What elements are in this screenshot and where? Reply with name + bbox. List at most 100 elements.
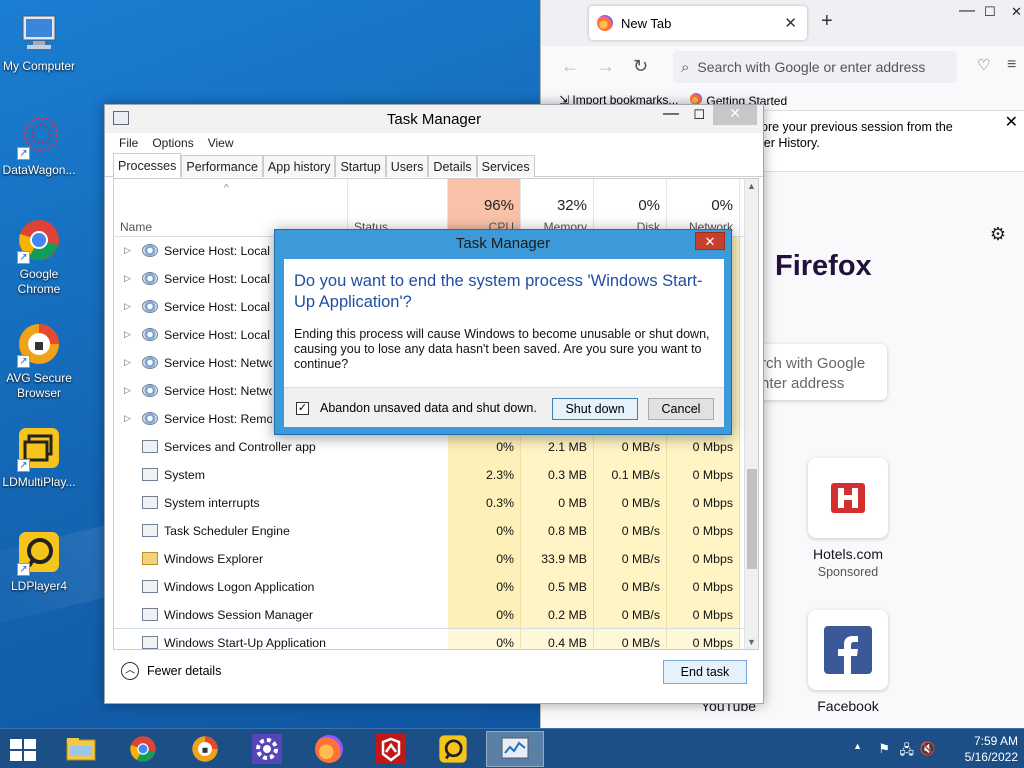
firefox-bookmark-icon <box>690 92 703 105</box>
taskbar-ldplayer[interactable] <box>424 731 482 767</box>
scroll-up-icon[interactable]: ▲ <box>747 181 756 191</box>
maximize-icon[interactable]: ☐ <box>693 107 705 123</box>
menu-file[interactable]: File <box>119 136 138 150</box>
column-cpu[interactable]: 96% CPU <box>448 179 521 236</box>
memory-cell: 2.1 MB <box>521 433 594 461</box>
tab-services[interactable]: Services <box>476 155 535 177</box>
maximize-icon[interactable]: ☐ <box>984 4 996 20</box>
scroll-down-icon[interactable]: ▼ <box>747 637 756 647</box>
expand-icon[interactable]: ▷ <box>124 413 131 424</box>
table-row[interactable]: System 2.3% 0.3 MB 0.1 MB/s 0 Mbps <box>114 461 746 489</box>
tab-startup[interactable]: Startup <box>335 155 386 177</box>
scrollbar-thumb[interactable] <box>747 469 757 569</box>
expand-icon[interactable]: ▷ <box>124 273 131 284</box>
tab-app-history[interactable]: App history <box>262 155 336 177</box>
pocket-icon[interactable]: ♡ <box>977 56 990 74</box>
action-center-flag-icon[interactable]: ⚑ <box>878 741 890 757</box>
clock[interactable]: 7:59 AM 5/16/2022 <box>965 733 1018 765</box>
desktop-icon-datawagon[interactable]: ↗ DataWagon... <box>0 112 78 178</box>
shut-down-button[interactable]: Shut down <box>552 398 638 420</box>
tab-performance[interactable]: Performance <box>181 155 263 177</box>
computer-icon <box>15 8 63 56</box>
taskbar-task-manager[interactable] <box>486 731 544 767</box>
tab-new-tab[interactable]: New Tab ✕ <box>589 6 807 40</box>
taskbar-settings[interactable] <box>238 731 296 767</box>
desktop-icon-my-computer[interactable]: My Computer <box>0 8 78 74</box>
disk-cell: 0 MB/s <box>594 489 667 517</box>
expand-icon[interactable]: ▷ <box>124 329 131 340</box>
show-hidden-icons-icon[interactable]: ▲ <box>853 741 862 751</box>
column-network[interactable]: 0% Network <box>667 179 740 236</box>
column-status[interactable]: Status <box>348 179 448 236</box>
minimize-icon[interactable]: — <box>959 2 975 20</box>
firefox-icon <box>315 735 343 763</box>
reload-icon[interactable]: ↻ <box>633 56 648 77</box>
ldplayer-icon: ↗ <box>15 528 63 576</box>
network-cell: 0 Mbps <box>667 545 740 573</box>
url-bar[interactable]: ⌕ Search with Google or enter address <box>673 51 957 83</box>
gear-icon[interactable]: ⚙ <box>990 224 1006 245</box>
taskbar-chrome[interactable] <box>114 731 172 767</box>
taskbar-avg-browser[interactable] <box>176 731 234 767</box>
expand-icon[interactable]: ▷ <box>124 245 131 256</box>
minimize-icon[interactable]: — <box>663 105 679 123</box>
notice-close-icon[interactable]: ✕ <box>1005 115 1018 131</box>
tab-users[interactable]: Users <box>385 155 429 177</box>
notice-line: ore your previous session from the <box>761 120 953 134</box>
taskbar-file-explorer[interactable] <box>52 731 110 767</box>
table-row[interactable]: Windows Start-Up Application 0% 0.4 MB 0 MB… <box>114 628 747 649</box>
new-tab-button[interactable]: + <box>821 10 833 33</box>
table-row[interactable]: Windows Explorer 0% 33.9 MB 0 MB/s 0 Mbps <box>114 545 746 573</box>
memory-cell: 0.8 MB <box>521 517 594 545</box>
desktop-icon-avg[interactable]: ↗ AVG Secure Browser <box>0 320 78 401</box>
disk-cell: 0 MB/s <box>594 433 667 461</box>
end-task-button[interactable]: End task <box>663 660 747 684</box>
expand-icon[interactable]: ▷ <box>124 301 131 312</box>
network-icon[interactable]: 🖧 <box>900 741 915 763</box>
abandon-data-checkbox[interactable]: ✓ <box>296 402 309 415</box>
desktop-icon-chrome[interactable]: ↗ Google Chrome <box>0 216 78 297</box>
process-name: System <box>164 468 205 482</box>
scrollbar[interactable]: ▲ ▼ <box>744 179 758 649</box>
menu-icon[interactable]: ≡ <box>1007 56 1016 74</box>
close-icon[interactable]: ✕ <box>1011 4 1022 20</box>
top-site-facebook[interactable]: Facebook <box>793 610 903 714</box>
fewer-details-button[interactable]: ︿ Fewer details <box>121 662 221 680</box>
forward-icon[interactable]: → <box>597 56 615 77</box>
taskbar-mcafee[interactable] <box>362 731 420 767</box>
taskbar-firefox[interactable] <box>300 731 358 767</box>
tab-close-icon[interactable]: ✕ <box>784 14 797 32</box>
desktop-icon-ldplayer4[interactable]: ↗ LDPlayer4 <box>0 528 78 594</box>
cpu-cell: 0.3% <box>448 489 521 517</box>
menu-options[interactable]: Options <box>152 136 193 150</box>
fewer-details-label: Fewer details <box>147 664 222 678</box>
close-icon[interactable]: ✕ <box>713 105 757 125</box>
expand-icon[interactable]: ▷ <box>124 385 131 396</box>
tab-processes[interactable]: Processes <box>113 153 182 178</box>
menu-bar: File Options View <box>105 133 763 153</box>
disk-cell: 0 MB/s <box>594 573 667 601</box>
table-row[interactable]: Windows Logon Application 0% 0.5 MB 0 MB/s 0… <box>114 573 746 601</box>
table-row[interactable]: Windows Session Manager 0% 0.2 MB 0 MB/s 0 M… <box>114 601 746 629</box>
column-disk[interactable]: 0% Disk <box>594 179 667 236</box>
firefox-wordmark: Firefox <box>775 250 872 282</box>
top-site-hotels[interactable]: Hotels.com Sponsored <box>793 458 903 579</box>
volume-muted-icon[interactable]: 🔇 <box>920 741 936 757</box>
column-memory[interactable]: 32% Memory <box>521 179 594 236</box>
checkbox-label[interactable]: Abandon unsaved data and shut down. <box>320 401 537 415</box>
table-row[interactable]: Task Scheduler Engine 0% 0.8 MB 0 MB/s 0 Mbp… <box>114 517 746 545</box>
tab-details[interactable]: Details <box>428 155 477 177</box>
process-name: Service Host: Remote <box>164 412 272 426</box>
menu-view[interactable]: View <box>208 136 234 150</box>
dialog-close-icon[interactable]: ✕ <box>695 232 725 250</box>
back-icon[interactable]: ← <box>561 56 579 77</box>
expand-icon[interactable]: ▷ <box>124 357 131 368</box>
table-row[interactable]: Services and Controller app 0% 2.1 MB 0 MB/… <box>114 433 746 461</box>
desktop-icon-ldmultiplayer[interactable]: ↗ LDMultiPlay... <box>0 424 78 490</box>
table-row[interactable]: System interrupts 0.3% 0 MB 0 MB/s 0 Mbps <box>114 489 746 517</box>
start-button[interactable] <box>8 737 40 763</box>
cancel-button[interactable]: Cancel <box>648 398 714 420</box>
desktop-icon-label: AVG Secure Browser <box>6 371 72 400</box>
network-cell: 0 Mbps <box>667 433 740 461</box>
column-name[interactable]: Name <box>114 179 348 236</box>
